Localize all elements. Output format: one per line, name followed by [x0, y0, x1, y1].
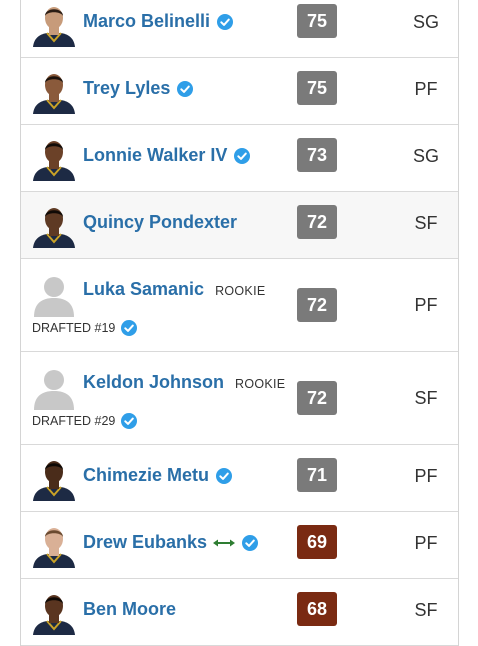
- player-headshot: [33, 7, 75, 47]
- player-name-link[interactable]: Quincy Pondexter: [83, 212, 237, 233]
- overall-rating-badge: 72: [297, 381, 337, 415]
- player-name-link[interactable]: Marco Belinelli: [83, 11, 210, 32]
- player-headshot: [33, 208, 75, 248]
- player-row[interactable]: Quincy Pondexter 72 SF: [21, 192, 458, 259]
- player-name-group: Keldon Johnson ROOKIE: [83, 372, 285, 393]
- overall-rating-badge: 69: [297, 525, 337, 559]
- verified-icon: [234, 147, 251, 164]
- overall-rating-badge: 75: [297, 4, 337, 38]
- player-name-link[interactable]: Ben Moore: [83, 599, 176, 620]
- overall-rating-badge: 71: [297, 458, 337, 492]
- player-name-link[interactable]: Chimezie Metu: [83, 465, 209, 486]
- player-name-group: Ben Moore: [83, 599, 176, 620]
- placeholder-avatar-icon: [34, 277, 74, 317]
- overall-rating-badge: 73: [297, 138, 337, 172]
- player-name-group: Chimezie Metu: [83, 465, 233, 486]
- player-position: SG: [412, 146, 439, 166]
- rookie-tag: ROOKIE: [235, 376, 286, 391]
- rookie-tag: ROOKIE: [215, 283, 266, 298]
- player-position: PF: [414, 533, 438, 553]
- verified-icon: [177, 80, 194, 97]
- player-headshot: [33, 595, 75, 635]
- player-row[interactable]: Keldon Johnson ROOKIE DRAFTED #29 72 SF: [21, 352, 458, 445]
- player-name-link[interactable]: Trey Lyles: [83, 78, 170, 99]
- player-name-link[interactable]: Drew Eubanks: [83, 532, 207, 553]
- player-position: PF: [414, 295, 438, 315]
- player-row[interactable]: Lonnie Walker IV 73 SG: [21, 125, 458, 192]
- player-position: PF: [414, 79, 438, 99]
- draft-info: DRAFTED #29: [32, 413, 138, 429]
- player-name-link[interactable]: Lonnie Walker IV: [83, 145, 227, 166]
- verified-icon: [121, 413, 138, 429]
- player-row[interactable]: Marco Belinelli 75 SG: [21, 0, 458, 58]
- trade-arrows-icon: [213, 539, 236, 546]
- draft-info: DRAFTED #19: [32, 320, 138, 336]
- player-row[interactable]: Ben Moore 68 SF: [21, 579, 458, 646]
- player-headshot: [33, 528, 75, 568]
- roster-table: Marco Belinelli 75 SG Trey Lyles 75 PF Lonnie …: [20, 0, 459, 646]
- verified-icon: [242, 534, 259, 551]
- player-headshot: [33, 141, 75, 181]
- overall-rating-badge: 75: [297, 71, 337, 105]
- player-name-group: Drew Eubanks: [83, 532, 259, 553]
- player-name-group: Quincy Pondexter: [83, 212, 237, 233]
- player-name-link[interactable]: Keldon Johnson: [83, 372, 224, 393]
- player-headshot: [33, 461, 75, 501]
- player-position: SF: [414, 388, 438, 408]
- overall-rating-badge: 72: [297, 288, 337, 322]
- player-headshot: [33, 74, 75, 114]
- player-name-group: Marco Belinelli: [83, 11, 234, 32]
- player-row[interactable]: Luka Samanic ROOKIE DRAFTED #19 72 PF: [21, 259, 458, 352]
- draft-pick-label: DRAFTED #29: [32, 414, 116, 428]
- player-row[interactable]: Drew Eubanks 69 PF: [21, 512, 458, 579]
- overall-rating-badge: 68: [297, 592, 337, 626]
- player-position: PF: [414, 466, 438, 486]
- player-name-link[interactable]: Luka Samanic: [83, 279, 204, 300]
- player-row[interactable]: Trey Lyles 75 PF: [21, 58, 458, 125]
- verified-icon: [216, 467, 233, 484]
- overall-rating-badge: 72: [297, 205, 337, 239]
- player-row[interactable]: Chimezie Metu 71 PF: [21, 445, 458, 512]
- placeholder-avatar-icon: [34, 370, 74, 410]
- player-position: SF: [414, 213, 438, 233]
- player-position: SF: [414, 600, 438, 620]
- draft-pick-label: DRAFTED #19: [32, 321, 116, 335]
- player-name-group: Lonnie Walker IV: [83, 145, 251, 166]
- player-name-group: Trey Lyles: [83, 78, 194, 99]
- player-name-group: Luka Samanic ROOKIE: [83, 279, 265, 300]
- verified-icon: [121, 320, 138, 336]
- player-position: SG: [412, 12, 439, 32]
- verified-icon: [217, 13, 234, 30]
